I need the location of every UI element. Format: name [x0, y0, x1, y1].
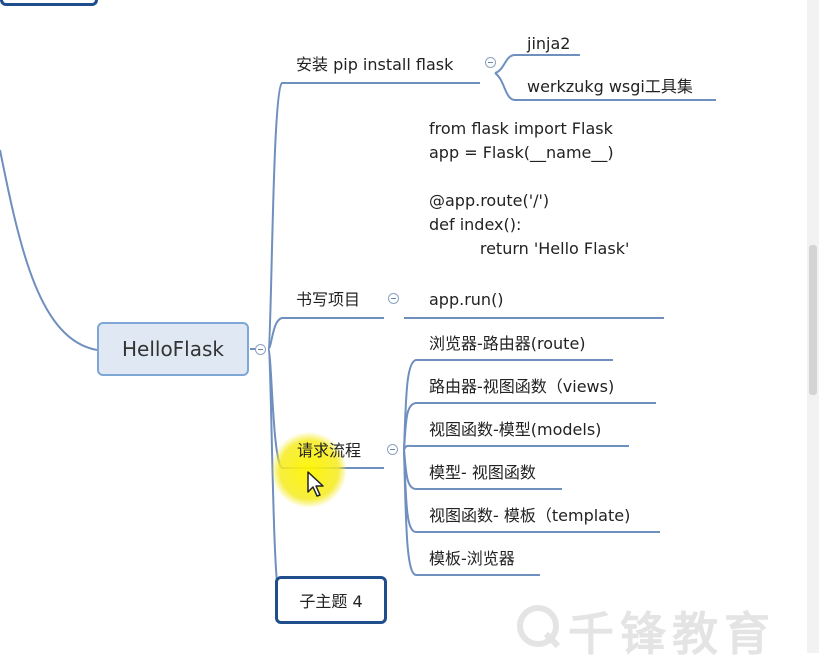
- subtopic-4[interactable]: 子主题 4: [275, 576, 387, 624]
- watermark-text: 千锋教育: [568, 607, 776, 661]
- root-topic[interactable]: HelloFlask: [97, 322, 249, 376]
- request-child-5[interactable]: 视图函数- 模板（template): [429, 506, 630, 526]
- write-child-app-run[interactable]: app.run(): [429, 290, 504, 310]
- mouse-pointer-icon: [307, 471, 324, 497]
- scrollbar-thumb[interactable]: [809, 245, 817, 395]
- root-label: HelloFlask: [121, 337, 224, 361]
- collapse-request-icon[interactable]: [387, 444, 398, 455]
- request-child-4[interactable]: 模型- 视图函数: [429, 463, 536, 483]
- request-child-1[interactable]: 浏览器-路由器(route): [429, 334, 586, 354]
- install-child-2[interactable]: werkzukg wsgi工具集: [527, 77, 693, 97]
- collapse-root-icon[interactable]: [255, 344, 266, 355]
- scrollbar[interactable]: [807, 0, 819, 653]
- code-snippet[interactable]: from flask import Flask app = Flask(__na…: [429, 117, 629, 261]
- install-child-1[interactable]: jinja2: [527, 34, 570, 54]
- collapse-write-icon[interactable]: [388, 293, 399, 304]
- previous-topic-box[interactable]: [0, 0, 98, 6]
- branch-write-project[interactable]: 书写项目: [296, 290, 360, 310]
- subtopic-4-label: 子主题 4: [299, 592, 363, 611]
- request-child-6[interactable]: 模板-浏览器: [429, 549, 515, 569]
- request-child-2[interactable]: 路由器-视图函数（views): [429, 377, 614, 397]
- collapse-install-icon[interactable]: [485, 57, 496, 68]
- branch-request-flow[interactable]: 请求流程: [297, 441, 361, 461]
- request-child-3[interactable]: 视图函数-模型(models): [429, 420, 601, 440]
- branch-install[interactable]: 安装 pip install flask: [296, 55, 453, 75]
- brand-logo-icon: [517, 605, 561, 649]
